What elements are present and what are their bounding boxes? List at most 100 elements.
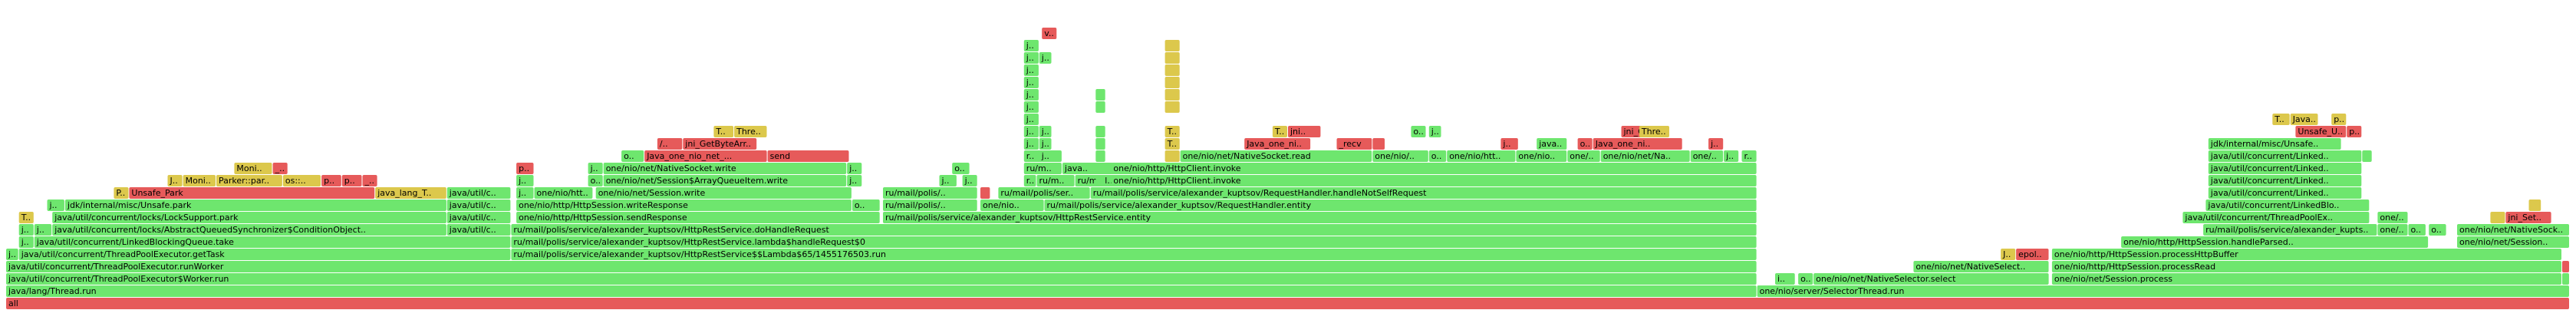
flame-frame[interactable]: one/nio/net/NativeSelector.selectone/nio… <box>1813 273 2049 285</box>
flame-frame-bar[interactable] <box>1164 64 1180 76</box>
flame-frame[interactable]: one/nio/net/Na..one/nio/net/Na.. <box>1600 150 1690 162</box>
flame-frame[interactable]: Java..Java.. <box>2290 114 2318 125</box>
flame-frame[interactable]: ru/m..ru/m.. <box>1023 163 1062 174</box>
flame-frame[interactable]: p..p.. <box>341 175 362 186</box>
flame-frame-bar[interactable] <box>6 285 1757 297</box>
flame-frame[interactable]: Unsafe_U..Unsafe_Unpark <box>2295 126 2347 137</box>
flame-frame[interactable]: p.. <box>2562 261 2569 272</box>
flame-frame[interactable]: one/nio/net/Session.processone/nio/net/S… <box>2051 273 2561 285</box>
flame-frame[interactable]: o..o.. <box>1411 126 1426 137</box>
flame-frame-bar[interactable] <box>2490 212 2505 223</box>
flame-frame-bar[interactable] <box>1164 101 1180 113</box>
flame-frame[interactable]: one/nio/server/SelectorThread.runone/nio… <box>1757 285 2569 297</box>
flame-frame[interactable]: jni_Set..jni_Set.. <box>2505 212 2551 223</box>
flame-frame[interactable]: one/nio..one/nio.. <box>980 200 1044 211</box>
flame-frame[interactable]: jdk/internal/misc/Unsafe..jdk/internal/m… <box>2208 138 2341 150</box>
flame-frame[interactable]: G.. <box>1164 64 1180 76</box>
flame-frame[interactable]: _.._.. <box>362 175 377 186</box>
flame-frame[interactable]: jdk/internal/misc/Unsafe.parkjdk/interna… <box>64 200 446 211</box>
flame-frame[interactable]: j..j.. <box>588 163 603 174</box>
flame-frame[interactable]: j..j.. <box>1023 126 1039 137</box>
flame-frame[interactable]: java/util/c..java/util/c.. <box>446 224 511 236</box>
flame-frame[interactable]: j..j.. <box>1023 64 1039 76</box>
flame-frame[interactable]: v..v.. <box>1042 28 1057 39</box>
flame-frame[interactable]: j..j.. <box>1023 101 1039 113</box>
flame-frame[interactable]: j.. <box>1095 89 1105 101</box>
flame-frame-bar[interactable] <box>1164 52 1180 64</box>
flame-frame[interactable]: ru/mail/polis/service/alexander_kuptsov/… <box>511 236 1757 248</box>
flame-frame-bar[interactable] <box>1095 175 1105 186</box>
flame-frame[interactable]: one/nio/http/HttpSession.processReadone/… <box>2051 261 2561 272</box>
flame-frame[interactable]: /../.. <box>657 138 683 150</box>
flame-frame-bar[interactable] <box>1164 89 1180 101</box>
flame-frame[interactable]: one/nio/net/Session..one/nio/net/Session… <box>2457 236 2569 248</box>
flame-frame[interactable]: ru/mail/polis/..ru/mail/polis/.. <box>883 200 977 211</box>
flame-frame[interactable]: allall <box>6 298 2569 309</box>
flame-frame[interactable]: T..T.. <box>18 212 34 223</box>
flame-frame[interactable]: T..T.. <box>1164 138 1180 150</box>
flame-frame[interactable]: jni_GetByteArr..jni_GetByteArr.. <box>683 138 757 150</box>
flame-frame-bar[interactable] <box>1095 150 1105 162</box>
flame-frame[interactable]: p..p.. <box>321 175 341 186</box>
flame-frame[interactable]: T..T.. <box>1272 126 1287 137</box>
flame-frame-bar[interactable] <box>980 187 990 199</box>
flame-frame[interactable]: java/util/concurrent/Linked..java/util/c… <box>2208 150 2362 162</box>
flame-frame[interactable]: java/util/concurrent/LinkedBlo..java/uti… <box>2205 200 2370 211</box>
flame-frame[interactable]: j..j.. <box>1708 138 1724 150</box>
flame-frame-bar[interactable] <box>6 298 2569 309</box>
flame-frame[interactable]: j..j.. <box>18 224 34 236</box>
flame-frame-bar[interactable] <box>2362 150 2372 162</box>
flame-frame[interactable]: java/util/concurrent/locks/LockSupport.p… <box>52 212 446 223</box>
flame-frame[interactable]: one/..one/.. <box>2377 224 2408 236</box>
flame-frame[interactable]: j.. <box>1095 175 1105 186</box>
flame-frame[interactable]: o..o.. <box>952 163 970 174</box>
flame-frame[interactable]: _.._.. <box>272 163 288 174</box>
flame-frame[interactable]: java/util/c..java/util/c.. <box>446 212 511 223</box>
flame-frame[interactable]: Java_one_nio_net_...Java_one_nio_net_... <box>644 150 767 162</box>
flame-frame-bar[interactable] <box>1095 163 1105 174</box>
flame-frame[interactable]: java..java.. <box>1537 138 1567 150</box>
flame-frame[interactable]: ru/mail/polis/service/alexander_kuptsov/… <box>1044 200 1757 211</box>
flame-frame[interactable]: J..J.. <box>167 175 183 186</box>
flame-frame[interactable]: r..r.. <box>1023 175 1036 186</box>
flame-frame[interactable]: o..o.. <box>1798 273 1813 285</box>
flame-frame[interactable]: java/util/concurrent/ThreadPoolExecutor$… <box>6 273 1757 285</box>
flame-frame[interactable]: j..j.. <box>939 175 957 186</box>
flame-frame[interactable]: p..p.. <box>2331 114 2347 125</box>
flame-frame[interactable]: j..j.. <box>1023 138 1039 150</box>
flame-frame[interactable]: _recv_recv <box>1336 138 1372 150</box>
flame-frame-bar[interactable] <box>1164 150 1180 162</box>
flame-frame[interactable]: j..j.. <box>1023 89 1039 101</box>
flame-frame[interactable]: one/nio/net/NativeSocket.readone/nio/net… <box>1180 150 1372 162</box>
flame-frame[interactable]: j.. <box>1095 150 1105 162</box>
flame-frame[interactable]: M.. <box>1164 101 1180 113</box>
flame-frame[interactable]: p..p.. <box>516 163 534 174</box>
flame-frame[interactable]: sendsend <box>767 150 849 162</box>
flame-frame[interactable]: one/nio/http/HttpSession.processHttpBuff… <box>2051 249 2561 260</box>
flame-frame[interactable]: one/..one/.. <box>1690 150 1724 162</box>
flame-frame-bar[interactable] <box>1164 77 1180 88</box>
flame-frame[interactable]: T.. <box>2528 200 2541 211</box>
flame-frame[interactable]: ru/mail/polis/service/alexander_kuptsov/… <box>1090 187 1757 199</box>
flame-frame[interactable]: j..j.. <box>1039 138 1052 150</box>
flame-frame[interactable]: j..j.. <box>847 163 862 174</box>
flame-frame[interactable]: j.. <box>980 187 990 199</box>
flame-frame[interactable]: o.. <box>2562 273 2569 285</box>
flame-frame[interactable]: one/nio/net/NativeSelect..one/nio/net/Na… <box>1913 261 2049 272</box>
flame-frame[interactable]: O.. <box>1164 150 1180 162</box>
flame-frame[interactable]: ru/mail/polis/..ru/mail/polis/.. <box>883 187 977 199</box>
flame-frame[interactable]: o..o.. <box>852 200 880 211</box>
flame-frame[interactable]: A.. <box>2490 212 2505 223</box>
flame-frame[interactable]: one/nio/http/HttpSession.writeResponseon… <box>516 200 852 211</box>
flame-frame[interactable]: j..j.. <box>516 175 534 186</box>
flame-frame[interactable]: j.. <box>2362 150 2372 162</box>
flame-frame-bar[interactable] <box>1095 126 1105 137</box>
flame-frame[interactable]: j..j.. <box>1428 126 1441 137</box>
flame-frame[interactable]: Moni..Moni.. <box>234 163 272 174</box>
flame-frame[interactable]: jni..jni.. <box>1288 126 1321 137</box>
flame-frame[interactable]: java/util/c..java/util/c.. <box>446 187 511 199</box>
flame-frame[interactable]: one/nio/net/NativeSocket.writeone/nio/ne… <box>603 163 847 174</box>
flame-frame[interactable]: j..j.. <box>847 175 862 186</box>
flame-frame[interactable]: java/util/concurrent/LinkedBlockingQueue… <box>34 236 511 248</box>
flame-frame[interactable]: java/util/concurrent/ThreadPoolEx..java/… <box>2182 212 2370 223</box>
